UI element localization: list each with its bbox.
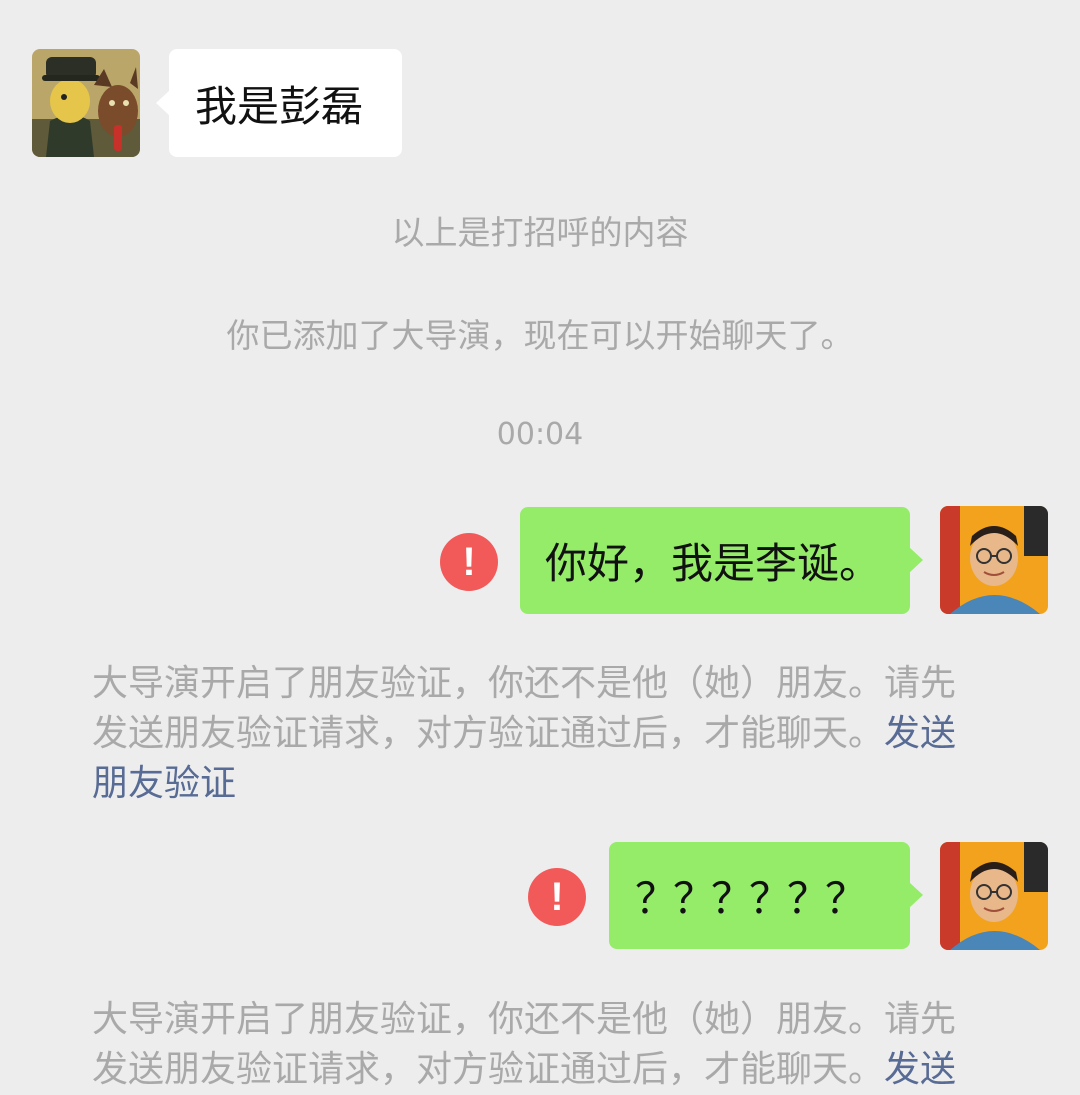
self-avatar-image: [940, 842, 1048, 950]
send-failed-icon[interactable]: !: [528, 868, 586, 926]
self-avatar[interactable]: [940, 506, 1048, 614]
exclamation-icon: !: [462, 539, 476, 584]
outgoing-message-text: ？？？？？？: [635, 874, 867, 923]
send-failed-icon[interactable]: !: [440, 533, 498, 591]
friend-verification-notice: 大导演开启了朋友验证，你还不是他（她）朋友。请先 发送朋友验证请求，对方验证通过…: [92, 659, 992, 809]
send-verification-link[interactable]: 朋友验证: [92, 759, 992, 809]
friend-added-note: 你已添加了大导演，现在可以开始聊天了。: [226, 316, 854, 355]
friend-verification-notice: 大导演开启了朋友验证，你还不是他（她）朋友。请先 发送朋友验证请求，对方验证通过…: [92, 995, 992, 1095]
notice-line: 大导演开启了朋友验证，你还不是他（她）朋友。请先: [92, 663, 957, 704]
send-verification-link[interactable]: 发送: [884, 1049, 956, 1090]
self-avatar-image: [940, 506, 1048, 614]
send-verification-link[interactable]: 发送: [884, 713, 956, 754]
bubble-tail: [156, 90, 170, 116]
timestamp: 00:04: [496, 417, 584, 452]
bubble-tail: [909, 882, 923, 908]
contact-avatar[interactable]: [32, 49, 140, 157]
self-avatar[interactable]: [940, 842, 1048, 950]
notice-line: 发送朋友验证请求，对方验证通过后，才能聊天。: [92, 713, 885, 754]
bubble-tail: [909, 547, 923, 573]
contact-avatar-image: [32, 49, 140, 157]
outgoing-message-bubble[interactable]: 你好，我是李诞。: [520, 507, 923, 614]
outgoing-message-text: 你好，我是李诞。: [545, 539, 882, 588]
greeting-note: 以上是打招呼的内容: [391, 213, 689, 252]
exclamation-icon: !: [550, 874, 564, 919]
outgoing-message-bubble[interactable]: ？？？？？？: [609, 842, 923, 949]
incoming-message-text: 我是彭磊: [195, 81, 364, 131]
incoming-message-bubble[interactable]: 我是彭磊: [156, 49, 402, 157]
notice-line: 大导演开启了朋友验证，你还不是他（她）朋友。请先: [92, 999, 957, 1040]
notice-line: 发送朋友验证请求，对方验证通过后，才能聊天。: [92, 1049, 885, 1090]
